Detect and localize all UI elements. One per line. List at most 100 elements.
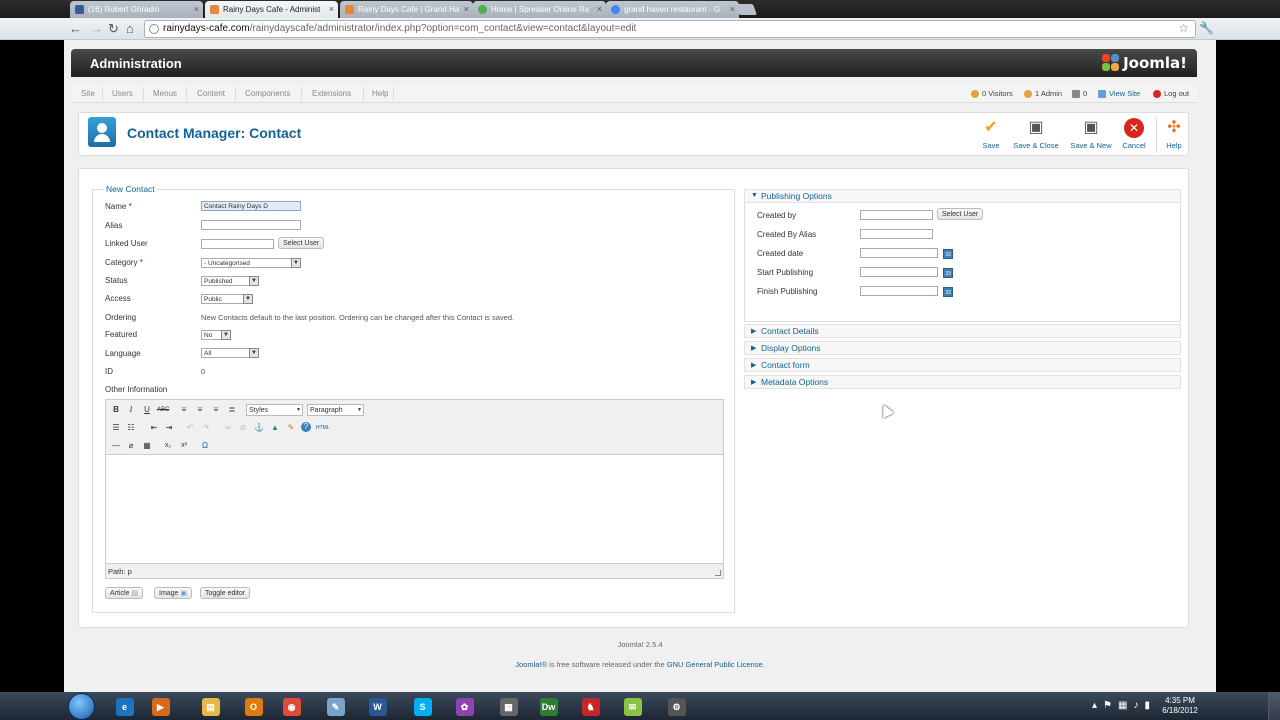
cleanup-icon[interactable]: ✎ <box>285 422 297 434</box>
clock[interactable]: 4:35 PM 6/18/2012 <box>1160 696 1200 716</box>
close-tab-icon[interactable]: × <box>730 4 735 14</box>
close-tab-icon[interactable]: × <box>194 4 199 14</box>
back-arrow-icon[interactable]: ← <box>69 21 82 37</box>
article-button[interactable]: Article ▤ <box>105 587 144 599</box>
messages-status[interactable]: 0 <box>1072 89 1087 98</box>
forward-arrow-icon[interactable]: → <box>90 21 103 37</box>
contact-form-header[interactable]: ▶ Contact form <box>744 358 1181 372</box>
taskbar-puppet-button[interactable]: ♞ <box>573 695 608 718</box>
show-desktop-button[interactable] <box>1268 692 1280 720</box>
taskbar-clapper-button[interactable]: ▦ <box>491 695 526 718</box>
taskbar-picasa-button[interactable]: ✿ <box>447 695 482 718</box>
taskbar-explorer-button[interactable]: ▤ <box>193 695 228 718</box>
image-button[interactable]: Image ▣ <box>154 587 193 599</box>
close-tab-icon[interactable]: × <box>597 4 602 14</box>
new-tab-button[interactable] <box>734 4 758 15</box>
resize-handle-icon[interactable] <box>715 570 721 576</box>
wrench-icon[interactable]: 🔧 <box>1199 21 1214 35</box>
menu-content[interactable]: Content <box>197 89 225 98</box>
menu-site[interactable]: Site <box>81 89 95 98</box>
menu-help[interactable]: Help <box>372 89 388 98</box>
visual-aid-icon[interactable]: ▦ <box>141 440 153 452</box>
underline-icon[interactable]: U <box>141 404 153 416</box>
html-source-icon[interactable]: HTML <box>316 422 330 434</box>
home-icon[interactable]: ⌂ <box>126 21 134 37</box>
save-close-button[interactable]: ▣ Save & Close <box>1011 118 1061 150</box>
anchor-icon[interactable]: ⚓ <box>253 422 265 434</box>
styles-select[interactable]: Styles ▼ <box>246 404 303 416</box>
redo-icon[interactable]: ↷ <box>200 422 212 434</box>
align-justify-icon[interactable]: ≣ <box>226 404 238 416</box>
strikethrough-icon[interactable]: ABC <box>157 404 169 416</box>
start-publishing-input[interactable] <box>860 267 938 277</box>
taskbar-chrome-button[interactable]: ◉ <box>274 695 309 718</box>
created-date-input[interactable] <box>860 248 938 258</box>
taskbar-tool-button[interactable]: ⚙ <box>659 695 694 718</box>
toggle-editor-button[interactable]: Toggle editor <box>200 587 251 599</box>
finish-publishing-input[interactable] <box>860 286 938 296</box>
browser-tab[interactable]: Rainy Days Cafe | Grand Ha × <box>340 1 473 18</box>
metadata-options-header[interactable]: ▶ Metadata Options <box>744 375 1181 389</box>
taskbar-dreamweaver-button[interactable]: Dw <box>531 695 566 718</box>
reload-icon[interactable]: ↻ <box>108 21 119 37</box>
browser-tab[interactable]: grand haven restaurant - G × <box>606 1 739 18</box>
access-select[interactable]: Public ▼ <box>201 294 253 304</box>
insert-image-icon[interactable]: ▲ <box>269 422 281 434</box>
remove-format-icon[interactable]: ⌀ <box>125 440 137 452</box>
help-button[interactable]: ✣ Help <box>1149 118 1199 150</box>
taskbar-notes-button[interactable]: ✉ <box>615 695 650 718</box>
browser-tab[interactable]: (16) Robert Ghradio × <box>70 1 203 18</box>
created-by-input[interactable] <box>860 210 933 220</box>
subscript-icon[interactable]: x₂ <box>162 440 174 452</box>
calendar-icon[interactable]: 33 <box>943 287 953 297</box>
indent-icon[interactable]: ⇥ <box>163 422 175 434</box>
featured-select[interactable]: No ▼ <box>201 330 231 340</box>
name-input[interactable]: Contact Rainy Days D <box>201 201 301 211</box>
alias-input[interactable] <box>201 220 301 230</box>
close-tab-icon[interactable]: × <box>464 4 469 14</box>
menu-extensions[interactable]: Extensions <box>312 89 351 98</box>
help-icon[interactable]: ? <box>301 422 311 432</box>
address-bar[interactable]: rainydays-cafe.com/rainydayscafe/adminis… <box>144 20 1196 38</box>
logout-link[interactable]: Log out <box>1153 89 1189 98</box>
view-site-link[interactable]: View Site <box>1098 89 1140 98</box>
align-center-icon[interactable]: ≡ <box>194 404 206 416</box>
linked-user-input[interactable] <box>201 239 274 249</box>
calendar-icon[interactable]: 33 <box>943 249 953 259</box>
action-center-flag-icon[interactable]: ⚑ <box>1103 700 1112 711</box>
created-by-alias-input[interactable] <box>860 229 933 239</box>
special-character-icon[interactable]: Ω <box>199 440 211 452</box>
language-select[interactable]: All ▼ <box>201 348 259 358</box>
undo-icon[interactable]: ↶ <box>184 422 196 434</box>
outdent-icon[interactable]: ⇤ <box>148 422 160 434</box>
display-options-header[interactable]: ▶ Display Options <box>744 341 1181 355</box>
browser-tab[interactable]: Home | Spreaker Online Ra × <box>473 1 606 18</box>
bold-icon[interactable]: B <box>110 404 122 416</box>
bookmark-star-icon[interactable]: ☆ <box>1178 21 1189 35</box>
publishing-select-user-button[interactable]: Select User <box>937 208 984 220</box>
network-icon[interactable]: ▦ <box>1118 700 1127 711</box>
link-icon[interactable]: ∞ <box>222 422 234 434</box>
bullet-list-icon[interactable]: ☰ <box>110 422 122 434</box>
browser-tab-active[interactable]: Rainy Days Cafe - Administ × <box>205 1 338 18</box>
superscript-icon[interactable]: x² <box>178 440 190 452</box>
taskbar-skype-button[interactable]: S <box>405 695 440 718</box>
joomla-link[interactable]: Joomla!® <box>515 660 547 669</box>
menu-users[interactable]: Users <box>112 89 133 98</box>
align-left-icon[interactable]: ≡ <box>178 404 190 416</box>
close-tab-icon[interactable]: × <box>329 4 334 14</box>
editor-content-area[interactable] <box>106 456 723 564</box>
taskbar-outlook-button[interactable]: O <box>236 695 271 718</box>
numbered-list-icon[interactable]: ☷ <box>125 422 137 434</box>
taskbar-ie-button[interactable]: e <box>107 695 142 718</box>
menu-menus[interactable]: Menus <box>153 89 177 98</box>
unlink-icon[interactable]: ⊘ <box>237 422 249 434</box>
category-select[interactable]: - Uncategorised ▼ <box>201 258 301 268</box>
publishing-options-header[interactable]: ▼ Publishing Options <box>744 189 1181 203</box>
contact-details-header[interactable]: ▶ Contact Details <box>744 324 1181 338</box>
align-right-icon[interactable]: ≡ <box>210 404 222 416</box>
paragraph-select[interactable]: Paragraph ▼ <box>307 404 364 416</box>
linked-select-user-button[interactable]: Select User <box>278 237 325 249</box>
taskbar-word-button[interactable]: W <box>360 695 395 718</box>
save-button[interactable]: ✔ Save <box>966 118 1016 150</box>
